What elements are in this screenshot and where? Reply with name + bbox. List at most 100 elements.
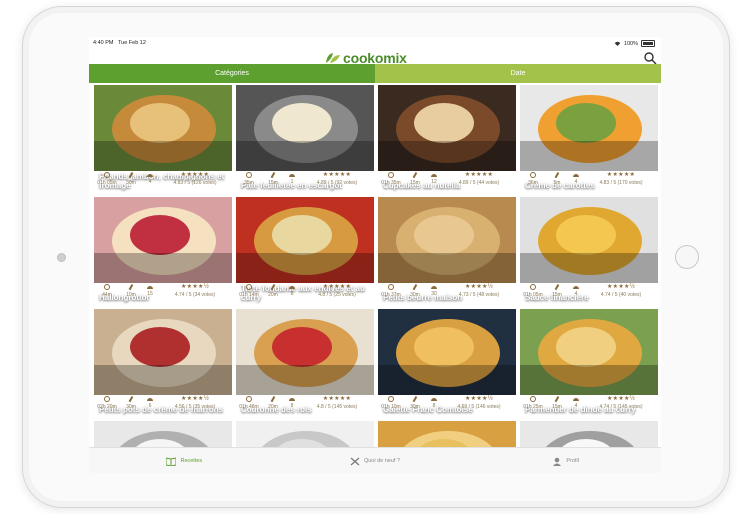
recipe-card[interactable]: Hallongrottor 44m 10m 15 ★★★★½ 4.74 / 5 (34 v… (94, 197, 232, 305)
meta-servings-value: 4 (574, 291, 578, 297)
recipe-grid: Friands jambon, champignons et fromage 01… (89, 85, 661, 473)
meta-time-value: 01h 14m (239, 292, 259, 298)
meta-rating: ★★★★★ 4.89 / 5 (44 votes) (442, 172, 516, 186)
servings-icon (573, 398, 579, 401)
meta-prep: 20m (264, 284, 282, 298)
recipe-meta: 01h 05m 15m 4 ★★★★½ 4.74 / 5 (40 votes) (520, 284, 658, 305)
recipe-card[interactable]: Petits beurre maison 01h 37m 30m 30 ★★★★½ 4.7… (378, 197, 516, 305)
clock-icon (530, 396, 536, 402)
meta-prep-value: 30m (410, 404, 420, 410)
meta-time: 44m (94, 284, 120, 298)
servings-icon (573, 286, 579, 289)
meta-servings-value: 30 (431, 291, 437, 297)
rating-stars: ★★★★★ (322, 396, 352, 402)
status-bar: 4:40 PM Tue Feb 12 100% (89, 37, 661, 49)
meta-prep: 30m (406, 284, 424, 298)
recipe-card[interactable]: Petits pots de crème de marrons 02h 20m 30… (94, 309, 232, 417)
servings-icon (573, 174, 579, 177)
meta-servings: 6 (142, 396, 158, 409)
meta-prep: 30m (122, 396, 140, 410)
status-time: 4:40 PM (93, 40, 114, 46)
recipe-photo (236, 85, 374, 171)
meta-prep-value: 15m (552, 404, 562, 410)
recipe-card[interactable]: Parmentier de dinde au curry 01h 25m 15m 4 ★… (520, 309, 658, 417)
meta-time-value: 44m (102, 292, 112, 298)
knife-icon (554, 284, 560, 290)
meta-prep-value: 30m (410, 292, 420, 298)
meta-servings-value: 8 (432, 403, 436, 409)
tab-date[interactable]: Date (375, 64, 661, 83)
search-icon[interactable] (643, 51, 657, 65)
recipe-card[interactable]: Sauce financière 01h 05m 15m 4 ★★★★½ 4.74 / 5… (520, 197, 658, 305)
servings-icon (289, 286, 295, 289)
recipe-card[interactable]: Cupcakes au nutella 01h 35m 15m 12 ★★★★★ 4.89… (378, 85, 516, 193)
meta-rating: ★★★★★ 4.89 / 5 (92 votes) (300, 172, 374, 186)
clock-icon (246, 284, 252, 290)
tabbar-item-profil[interactable]: Profil (470, 448, 661, 473)
recipe-card[interactable]: Friands jambon, champignons et fromage 01… (94, 85, 232, 193)
rating-stars: ★★★★★ (606, 172, 636, 178)
tabbar-item-recettes[interactable]: Recettes (89, 448, 280, 473)
knife-icon (412, 172, 418, 178)
knife-icon (554, 396, 560, 402)
meta-prep: 15m (264, 172, 282, 186)
recipe-photo (94, 309, 232, 395)
recipe-card[interactable]: Couronne des rois 01h 48m 20m 8 ★★★★★ 4.8 / 5… (236, 309, 374, 417)
meta-prep-value: 20m (268, 404, 278, 410)
meta-servings: 8 (284, 284, 300, 297)
knife-icon (554, 172, 560, 178)
recipe-photo (236, 309, 374, 395)
meta-rating: ★★★★★ 4.8 / 5 (25 votes) (300, 284, 374, 298)
leaf-logo-icon (326, 53, 340, 63)
recipe-card[interactable]: Pâte feuilletée en escargot 35m 15m 1 ★★★★★ 4… (236, 85, 374, 193)
meta-servings: 4 (568, 396, 584, 409)
meta-time-value: 01h 35m (381, 180, 401, 186)
tabbar-item-quoi-de-neuf[interactable]: Quoi de neuf ? (280, 448, 471, 473)
meta-time-value: 01h 37m (381, 292, 401, 298)
recipe-card[interactable]: Galette Franc Comtoise 01h 10m 30m 8 ★★★★½ 4.… (378, 309, 516, 417)
meta-time-value: 35m (244, 180, 254, 186)
recipe-meta: 44m 10m 15 ★★★★½ 4.74 / 5 (34 votes) (94, 284, 232, 305)
meta-rating: ★★★★★ 4.8 / 5 (145 votes) (300, 396, 374, 410)
rating-stars: ★★★★½ (464, 396, 494, 402)
knife-icon (128, 172, 134, 178)
recipe-card[interactable]: Tarte fondante aux endives et au curry 01… (236, 197, 374, 305)
tab-categories[interactable]: Catégories (89, 64, 375, 83)
recipe-meta: 35m 15m 1 ★★★★★ 4.89 / 5 (92 votes) (236, 172, 374, 193)
recipe-photo (236, 197, 374, 283)
knife-icon (412, 284, 418, 290)
meta-servings-value: 4 (148, 179, 152, 185)
status-date: Tue Feb 12 (117, 40, 146, 46)
meta-rating: ★★★★½ 4.73 / 5 (48 votes) (442, 284, 516, 298)
meta-prep: 30m (122, 172, 140, 186)
battery-percent: 100% (623, 40, 638, 47)
knife-icon (128, 396, 134, 402)
meta-time: 01h 48m (236, 396, 262, 410)
meta-prep-value: 10m (126, 292, 136, 298)
meta-prep: 15m (548, 396, 566, 410)
meta-time: 01h 37m (378, 284, 404, 298)
servings-icon (289, 174, 295, 177)
home-button[interactable] (675, 245, 699, 269)
recipe-meta: 01h 25m 15m 4 ★★★★½ 4.74 / 5 (145 votes) (520, 396, 658, 417)
recipe-photo (520, 197, 658, 283)
clock-icon (104, 284, 110, 290)
rating-value: 4.56 / 5 (35 votes) (174, 404, 216, 410)
rating-value: 4.74 / 5 (34 votes) (174, 292, 216, 298)
rating-stars: ★★★★★ (464, 172, 494, 178)
recipe-meta: 01h 10m 30m 8 ★★★★½ 4.69 / 5 (146 votes) (378, 396, 516, 417)
meta-prep: 5m (548, 172, 566, 186)
meta-servings-value: 8 (290, 291, 294, 297)
meta-prep: 10m (122, 284, 140, 298)
meta-rating: ★★★★½ 4.69 / 5 (146 votes) (442, 396, 516, 410)
meta-prep-value: 20m (268, 292, 278, 298)
meta-time: 02h 20m (94, 396, 120, 410)
knife-icon (270, 284, 276, 290)
meta-time-value: 01h 05m (523, 292, 543, 298)
tabbar-label: Quoi de neuf ? (363, 458, 401, 464)
rating-value: 4.69 / 5 (146 votes) (457, 404, 501, 410)
recipe-card[interactable]: Crème de carottes 36m 5m 4 ★★★★★ 4.83 / 5 (17… (520, 85, 658, 193)
meta-prep-value: 30m (126, 180, 136, 186)
meta-servings-value: 6 (148, 403, 152, 409)
meta-servings: 1 (284, 172, 300, 185)
